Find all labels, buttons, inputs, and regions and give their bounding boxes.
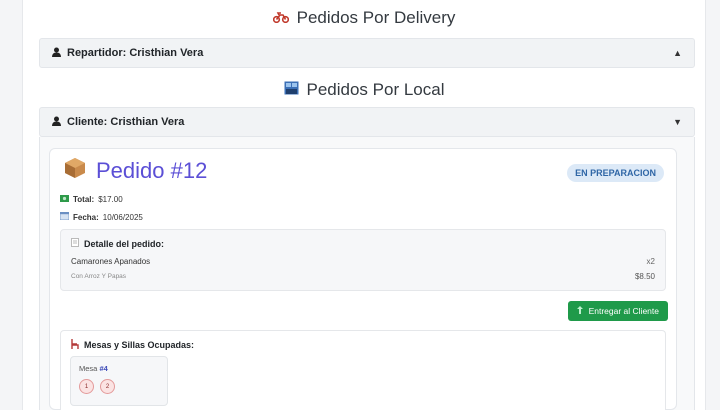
local-accordion-header[interactable]: Cliente: Cristhian Vera ▼ — [39, 107, 695, 137]
package-icon — [64, 157, 86, 185]
date-line: Fecha: 10/06/2025 — [59, 211, 143, 222]
person-icon — [52, 116, 61, 129]
calendar-icon — [59, 211, 70, 222]
chevron-up-icon: ▲ — [673, 48, 682, 58]
arrow-up-icon — [576, 306, 583, 316]
order-title-text: Pedido #12 — [96, 158, 208, 183]
detail-heading: Detalle del pedido: — [71, 238, 164, 249]
store-icon — [284, 81, 299, 99]
tables-heading-text: Mesas y Sillas Ocupadas: — [84, 340, 195, 350]
local-accordion-label: Cliente: Cristhian Vera — [67, 116, 185, 128]
motorcycle-icon — [272, 10, 289, 27]
receipt-icon — [71, 238, 79, 249]
chair-badge[interactable]: 2 — [100, 379, 115, 394]
total-line: Total: $17.00 — [60, 195, 123, 204]
status-badge: EN PREPARACION — [567, 164, 664, 182]
item-price: $8.50 — [634, 272, 655, 281]
delivery-accordion-label: Repartidor: Cristhian Vera — [67, 47, 204, 59]
table-card[interactable]: Mesa #4 1 2 — [70, 356, 168, 406]
table-label-text: Mesa — [79, 364, 100, 373]
item-description: Con Arroz Y Papas — [71, 273, 127, 280]
deliver-button-label: Entregar al Cliente — [588, 306, 659, 316]
person-icon — [52, 47, 61, 60]
money-icon — [60, 195, 69, 204]
delivery-accordion-header[interactable]: Repartidor: Cristhian Vera ▲ — [39, 38, 695, 68]
local-section-title: Pedidos Por Local — [23, 80, 705, 100]
date-label: Fecha: — [73, 212, 99, 222]
table-number: #4 — [99, 364, 108, 373]
delivery-section-title: Pedidos Por Delivery — [23, 8, 705, 28]
total-value: $17.00 — [98, 195, 123, 204]
tables-heading: Mesas y Sillas Ocupadas: — [71, 339, 194, 351]
total-label: Total: — [73, 195, 95, 204]
chair-icon — [71, 339, 79, 351]
delivery-title-text: Pedidos Por Delivery — [296, 8, 456, 27]
date-value: 10/06/2025 — [102, 212, 143, 222]
chevron-down-icon: ▼ — [673, 117, 682, 127]
page-container: Pedidos Por Delivery Repartidor: Cristhi… — [22, 0, 706, 410]
item-name: Camarones Apanados — [71, 257, 151, 266]
deliver-to-client-button[interactable]: Entregar al Cliente — [567, 301, 668, 321]
chair-badge[interactable]: 1 — [79, 379, 94, 394]
detail-heading-text: Detalle del pedido: — [84, 238, 165, 249]
order-detail-box: Detalle del pedido: Camarones Apanados C… — [60, 229, 666, 291]
order-card: Pedido #12 EN PREPARACION Total: $17.00 … — [49, 148, 677, 410]
table-label: Mesa #4 — [79, 364, 108, 373]
order-title: Pedido #12 — [64, 157, 207, 185]
item-quantity: x2 — [646, 257, 655, 266]
local-title-text: Pedidos Por Local — [306, 80, 445, 99]
occupied-tables-box: Mesas y Sillas Ocupadas: Mesa #4 1 2 — [60, 330, 666, 410]
